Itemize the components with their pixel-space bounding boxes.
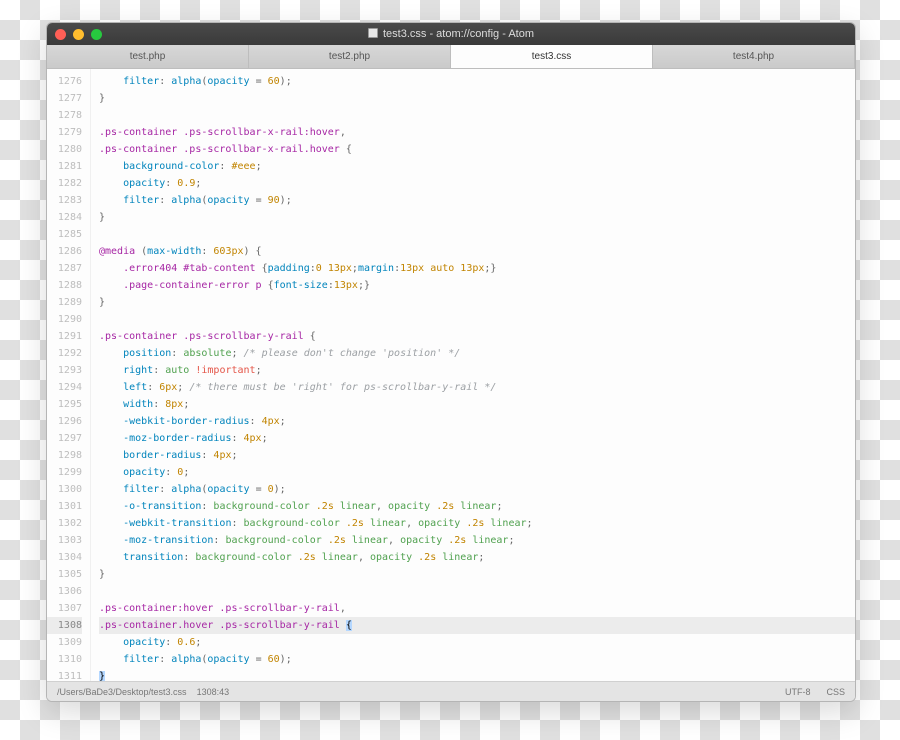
css-file-icon	[368, 28, 378, 38]
line-number: 1308	[47, 617, 82, 634]
code-line[interactable]: }	[99, 668, 855, 681]
line-number: 1284	[47, 209, 82, 226]
line-number: 1292	[47, 345, 82, 362]
line-number: 1288	[47, 277, 82, 294]
code-line[interactable]: background-color: #eee;	[99, 158, 855, 175]
code-line[interactable]	[99, 107, 855, 124]
code-line[interactable]: opacity: 0.9;	[99, 175, 855, 192]
code-line[interactable]	[99, 311, 855, 328]
code-line[interactable]: width: 8px;	[99, 396, 855, 413]
code-line[interactable]: .error404 #tab-content {padding:0 13px;m…	[99, 260, 855, 277]
tab-test2-php[interactable]: test2.php	[249, 45, 451, 68]
code-line[interactable]: }	[99, 90, 855, 107]
tab-test-php[interactable]: test.php	[47, 45, 249, 68]
code-line[interactable]: filter: alpha(opacity = 60);	[99, 73, 855, 90]
status-right: UTF-8 CSS	[785, 687, 845, 697]
line-number: 1307	[47, 600, 82, 617]
line-number: 1299	[47, 464, 82, 481]
line-number: 1279	[47, 124, 82, 141]
code-line[interactable]: -o-transition: background-color .2s line…	[99, 498, 855, 515]
line-number: 1297	[47, 430, 82, 447]
line-number: 1278	[47, 107, 82, 124]
line-number: 1303	[47, 532, 82, 549]
titlebar: test3.css - atom://config - Atom	[47, 23, 855, 45]
code-line[interactable]: .ps-container:hover .ps-scrollbar-y-rail…	[99, 600, 855, 617]
code-line[interactable]: @media (max-width: 603px) {	[99, 243, 855, 260]
code-line[interactable]: left: 6px; /* there must be 'right' for …	[99, 379, 855, 396]
code-line[interactable]: }	[99, 209, 855, 226]
line-number: 1286	[47, 243, 82, 260]
code-line[interactable]: }	[99, 294, 855, 311]
code-line[interactable]: -webkit-transition: background-color .2s…	[99, 515, 855, 532]
code-line[interactable]: .ps-container .ps-scrollbar-x-rail.hover…	[99, 141, 855, 158]
line-number: 1291	[47, 328, 82, 345]
encoding-indicator[interactable]: UTF-8	[785, 687, 811, 697]
line-number: 1282	[47, 175, 82, 192]
code-line[interactable]: filter: alpha(opacity = 0);	[99, 481, 855, 498]
line-number: 1311	[47, 668, 82, 681]
code-line[interactable]: .ps-container.hover .ps-scrollbar-y-rail…	[99, 617, 855, 634]
line-number: 1305	[47, 566, 82, 583]
code-line[interactable]: .ps-container .ps-scrollbar-x-rail:hover…	[99, 124, 855, 141]
code-line[interactable]: opacity: 0;	[99, 464, 855, 481]
cursor-position: 1308:43	[197, 687, 230, 697]
language-indicator[interactable]: CSS	[826, 687, 845, 697]
tab-test3-css[interactable]: test3.css	[451, 45, 653, 68]
line-number: 1285	[47, 226, 82, 243]
status-left: /Users/BaDe3/Desktop/test3.css 1308:43	[57, 687, 229, 697]
code-line[interactable]: -moz-transition: background-color .2s li…	[99, 532, 855, 549]
tab-bar: test.phptest2.phptest3.csstest4.php	[47, 45, 855, 69]
line-number: 1294	[47, 379, 82, 396]
line-number: 1301	[47, 498, 82, 515]
line-number: 1289	[47, 294, 82, 311]
file-path: /Users/BaDe3/Desktop/test3.css	[57, 687, 187, 697]
line-number: 1300	[47, 481, 82, 498]
line-number: 1277	[47, 90, 82, 107]
line-number: 1290	[47, 311, 82, 328]
line-number: 1309	[47, 634, 82, 651]
line-number: 1304	[47, 549, 82, 566]
code-line[interactable]: .ps-container .ps-scrollbar-y-rail {	[99, 328, 855, 345]
line-number: 1295	[47, 396, 82, 413]
code-line[interactable]: -webkit-border-radius: 4px;	[99, 413, 855, 430]
line-number: 1276	[47, 73, 82, 90]
line-number: 1293	[47, 362, 82, 379]
code-line[interactable]	[99, 583, 855, 600]
line-number-gutter: 1276127712781279128012811282128312841285…	[47, 69, 91, 681]
status-bar: /Users/BaDe3/Desktop/test3.css 1308:43 U…	[47, 681, 855, 701]
line-number: 1281	[47, 158, 82, 175]
code-line[interactable]: position: absolute; /* please don't chan…	[99, 345, 855, 362]
code-line[interactable]: border-radius: 4px;	[99, 447, 855, 464]
line-number: 1296	[47, 413, 82, 430]
code-line[interactable]: -moz-border-radius: 4px;	[99, 430, 855, 447]
line-number: 1302	[47, 515, 82, 532]
line-number: 1287	[47, 260, 82, 277]
line-number: 1298	[47, 447, 82, 464]
line-number: 1283	[47, 192, 82, 209]
code-editor[interactable]: 1276127712781279128012811282128312841285…	[47, 69, 855, 681]
code-line[interactable]: filter: alpha(opacity = 60);	[99, 651, 855, 668]
code-area[interactable]: filter: alpha(opacity = 60);} .ps-contain…	[91, 69, 855, 681]
code-line[interactable]	[99, 226, 855, 243]
code-line[interactable]: opacity: 0.6;	[99, 634, 855, 651]
window-title: test3.css - atom://config - Atom	[47, 28, 855, 40]
code-line[interactable]: }	[99, 566, 855, 583]
line-number: 1280	[47, 141, 82, 158]
code-line[interactable]: transition: background-color .2s linear,…	[99, 549, 855, 566]
code-line[interactable]: filter: alpha(opacity = 90);	[99, 192, 855, 209]
editor-window: test3.css - atom://config - Atom test.ph…	[46, 22, 856, 702]
code-line[interactable]: right: auto !important;	[99, 362, 855, 379]
tab-test4-php[interactable]: test4.php	[653, 45, 855, 68]
line-number: 1306	[47, 583, 82, 600]
line-number: 1310	[47, 651, 82, 668]
code-line[interactable]: .page-container-error p {font-size:13px;…	[99, 277, 855, 294]
